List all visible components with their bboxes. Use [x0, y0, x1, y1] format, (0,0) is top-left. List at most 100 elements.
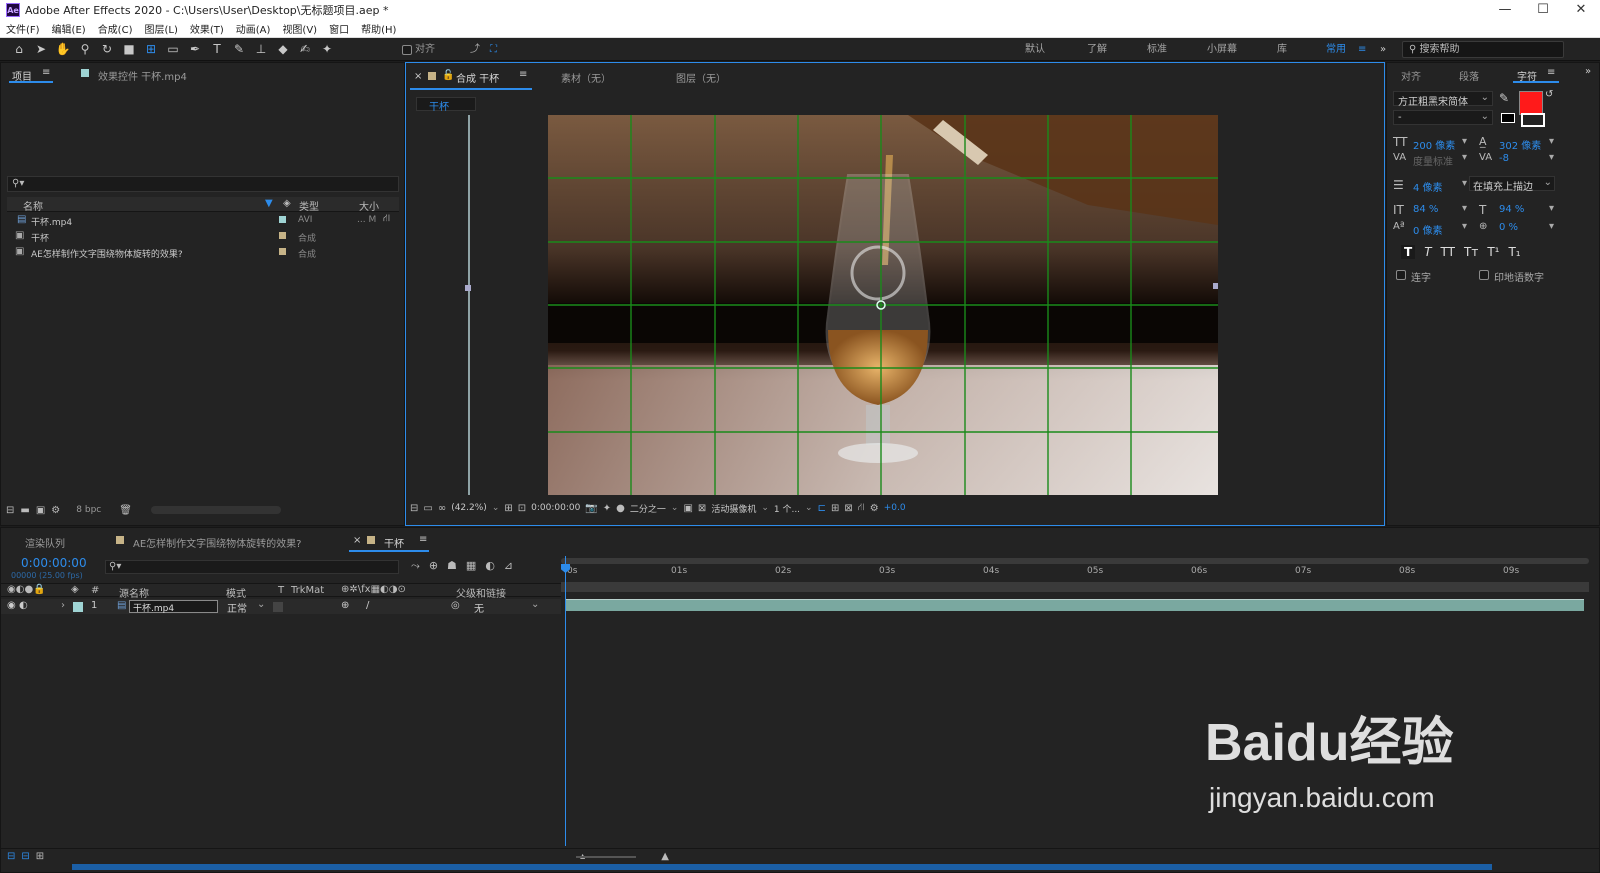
chevron-down-icon[interactable]: ▾ [1549, 203, 1554, 214]
work-area-range[interactable] [561, 582, 1589, 592]
baseline-shift-value[interactable]: 0 像素 [1413, 222, 1443, 237]
column-source-name[interactable]: 源名称 [119, 585, 149, 600]
menu-effect[interactable]: 效果(T) [184, 21, 230, 36]
workspace-libraries[interactable]: 库 [1277, 38, 1287, 61]
always-preview-icon[interactable]: ⊟ [410, 503, 418, 514]
chevron-down-icon[interactable]: ▾ [1549, 221, 1554, 232]
project-settings-icon[interactable]: ⚙ [51, 505, 60, 516]
hindi-digits-checkbox[interactable] [1479, 270, 1489, 280]
time-ruler[interactable]: 0s 01s 02s 03s 04s 05s 06s 07s 08s 09s [561, 566, 1589, 580]
maximize-button[interactable]: ☐ [1524, 0, 1562, 20]
color-channel-icon[interactable]: ● [616, 503, 625, 514]
trkmat-dropdown[interactable] [273, 602, 283, 612]
stroke-width-value[interactable]: 4 像素 [1413, 179, 1443, 194]
roto-brush-tool-icon[interactable]: ✍ [294, 39, 316, 59]
clone-stamp-tool-icon[interactable]: ⊥ [250, 39, 272, 59]
chevron-down-icon[interactable]: ⌄ [257, 599, 265, 610]
camera-tool-icon[interactable]: ■ [118, 39, 140, 59]
project-item[interactable]: ▤ 干杯.mp4 AVI ... M ⛙ [7, 213, 399, 228]
mask-visibility-icon[interactable]: ⊡ [518, 503, 526, 514]
timeline-current-time[interactable]: 0:00:00:00 [21, 556, 87, 570]
bit-depth-button[interactable]: 8 bpc [76, 505, 101, 515]
tab-composition[interactable]: 合成 干杯 [456, 70, 499, 85]
shy-layers-icon[interactable]: ☗ [447, 559, 457, 573]
workspace-small-screen[interactable]: 小屏幕 [1207, 38, 1237, 61]
zoom-chevron-icon[interactable]: ⌄ [492, 503, 500, 513]
menu-edit[interactable]: 编辑(E) [46, 21, 92, 36]
stroke-mode-dropdown[interactable]: 在填充上描边 ⌄ [1469, 176, 1555, 193]
minimize-button[interactable]: — [1486, 0, 1524, 20]
audio-icon[interactable]: ◐ [19, 600, 28, 611]
chevron-down-icon[interactable]: ▾ [1462, 136, 1467, 147]
current-time[interactable]: 0:00:00:00 [531, 503, 580, 513]
motion-blur-icon[interactable]: ◐ [485, 559, 495, 573]
thumbnail-scroll-slider[interactable] [151, 506, 281, 514]
eraser-tool-icon[interactable]: ◆ [272, 39, 294, 59]
swap-colors-icon[interactable]: ↺ [1545, 89, 1553, 100]
faux-bold-button[interactable]: T [1401, 245, 1416, 259]
interpret-footage-icon[interactable]: ⊟ [6, 505, 14, 516]
brush-tool-icon[interactable]: ✎ [228, 39, 250, 59]
eyedropper-icon[interactable]: ✎ [1499, 91, 1509, 105]
timeline-icon[interactable]: ⊠ [844, 503, 852, 514]
resolution-dropdown[interactable]: 二分之一 [630, 502, 666, 515]
column-index[interactable]: # [91, 585, 99, 596]
tab-align[interactable]: 对齐 [1401, 68, 1421, 83]
display-icon[interactable]: ▭ [423, 503, 432, 514]
timeline-menu-icon[interactable]: ≡ [419, 534, 427, 545]
close-button[interactable]: ✕ [1562, 0, 1600, 20]
pick-whip-icon[interactable]: ◎ [451, 600, 460, 611]
project-item-label-color[interactable] [279, 248, 286, 255]
timeline-search-input[interactable]: ⚲▾ [105, 560, 399, 574]
render-time-toggle-icon[interactable]: ⊞ [36, 851, 44, 862]
workspace-common[interactable]: 常用 [1326, 38, 1346, 61]
fast-preview-icon[interactable]: ⊞ [831, 503, 839, 514]
project-item-label-color[interactable] [279, 216, 286, 223]
column-mode[interactable]: 模式 [226, 585, 246, 600]
new-composition-icon[interactable]: ▣ [36, 505, 45, 516]
pan-behind-tool-icon[interactable]: ⊞ [140, 39, 162, 59]
font-style-dropdown[interactable]: - ⌄ [1393, 110, 1493, 125]
transform-handle[interactable] [1213, 283, 1218, 289]
menu-help[interactable]: 帮助(H) [355, 21, 402, 36]
snapping-options-icon[interactable]: ⛶ [490, 38, 497, 61]
exposure-value[interactable]: +0.0 [884, 503, 906, 513]
pen-tool-icon[interactable]: ✒ [184, 39, 206, 59]
views-dropdown[interactable]: 1 个... [774, 502, 800, 515]
project-item[interactable]: ▣ AE怎样制作文字围绕物体旋转的效果? 合成 [7, 245, 399, 260]
camera-chevron-icon[interactable]: ⌄ [761, 503, 769, 513]
column-parent[interactable]: 父级和链接 [456, 585, 506, 600]
rotate-tool-icon[interactable]: ↻ [96, 39, 118, 59]
tab-layer[interactable]: 图层（无） [676, 70, 726, 85]
bottom-scrollbar[interactable] [72, 864, 1492, 870]
chevron-down-icon[interactable]: ▾ [1549, 136, 1554, 147]
character-panel-menu-icon[interactable]: ≡ [1547, 67, 1555, 78]
resolution-chevron-icon[interactable]: ⌄ [671, 503, 679, 513]
column-t[interactable]: T [278, 585, 284, 596]
show-snapshot-icon[interactable]: ✦ [603, 503, 611, 514]
layer-name-field[interactable]: 干杯.mp4 [129, 600, 218, 614]
font-size-value[interactable]: 200 像素 [1413, 137, 1455, 152]
subscript-button[interactable]: T₁ [1508, 245, 1520, 259]
project-item-label-color[interactable] [279, 232, 286, 239]
tab-footage[interactable]: 素材（无） [561, 70, 611, 85]
snap-icon[interactable]: ⤴ [470, 38, 480, 61]
zoom-dropdown[interactable]: (42.2%) [451, 503, 487, 513]
tab-paragraph[interactable]: 段落 [1459, 68, 1479, 83]
workspace-learn[interactable]: 了解 [1087, 38, 1107, 61]
workspace-default[interactable]: 默认 [1025, 38, 1045, 61]
chevron-down-icon[interactable]: ▾ [1462, 178, 1467, 189]
font-family-dropdown[interactable]: 方正粗黑宋简体 ⌄ [1393, 91, 1493, 108]
tab-render-queue[interactable]: 渲染队列 [25, 535, 65, 550]
column-trkmat[interactable]: TrkMat [291, 585, 324, 596]
label-column-icon[interactable]: ◈ [283, 198, 291, 209]
workspace-standard[interactable]: 标准 [1147, 38, 1167, 61]
chevron-down-icon[interactable]: ▾ [1462, 221, 1467, 232]
video-frame[interactable] [548, 115, 1218, 495]
vertical-scale-value[interactable]: 84 % [1413, 204, 1438, 215]
menu-composition[interactable]: 合成(C) [92, 21, 139, 36]
selection-tool-icon[interactable]: ➤ [30, 39, 52, 59]
column-size[interactable]: 大小 [359, 198, 379, 213]
menu-view[interactable]: 视图(V) [276, 21, 323, 36]
menu-layer[interactable]: 图层(L) [138, 21, 183, 36]
